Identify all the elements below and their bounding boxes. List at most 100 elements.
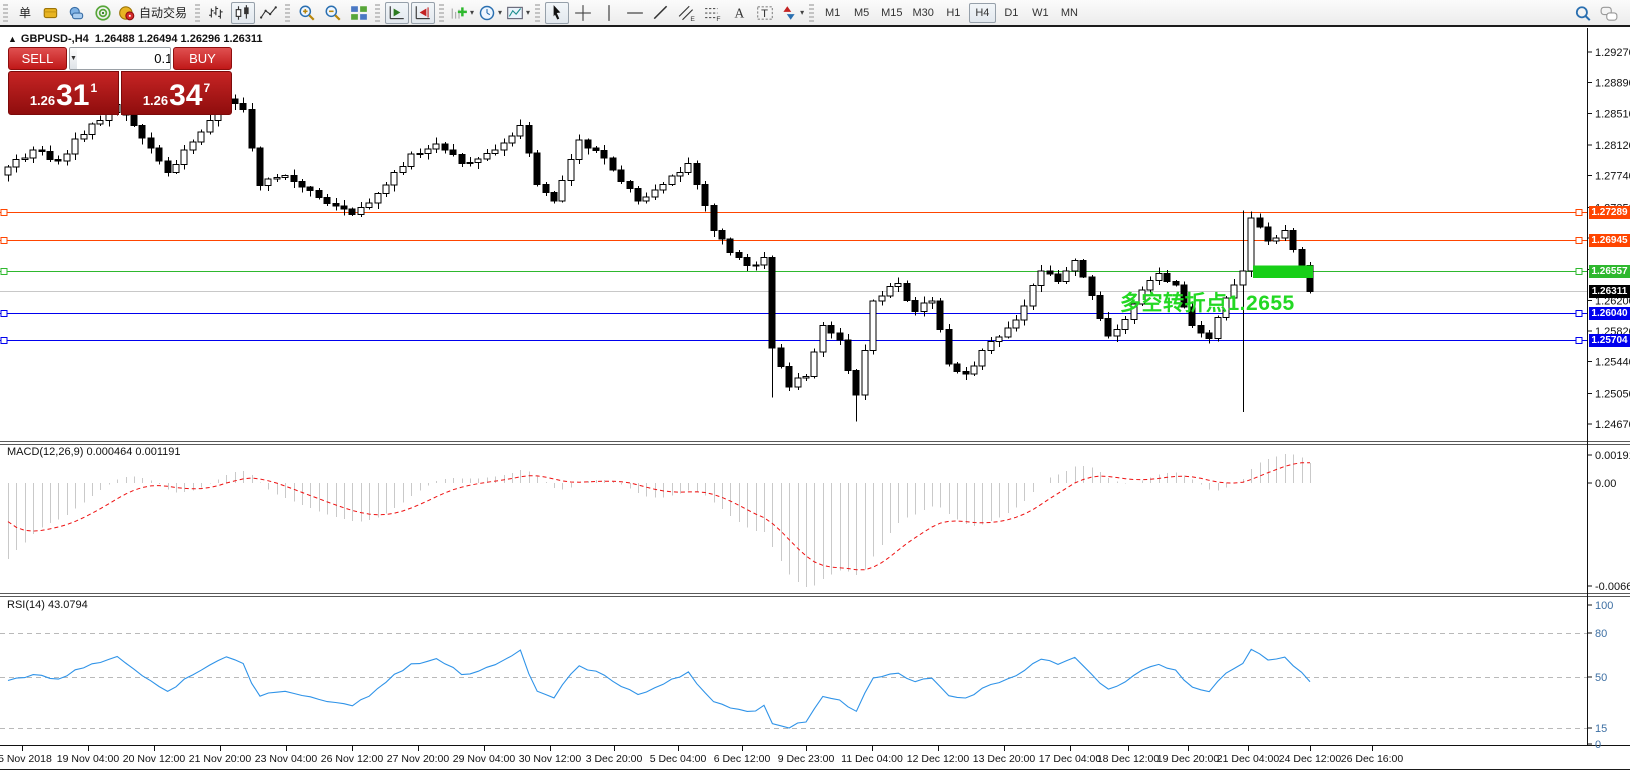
candlestick bbox=[576, 140, 582, 159]
line-handle[interactable] bbox=[1, 269, 7, 275]
buy-button[interactable]: BUY bbox=[173, 47, 232, 70]
time-axis-label: 5 Dec 04:00 bbox=[650, 753, 707, 765]
buy-price-pip: 7 bbox=[204, 81, 211, 95]
candlestick bbox=[1038, 271, 1044, 285]
candlestick bbox=[55, 160, 61, 162]
candlestick bbox=[291, 176, 297, 182]
candlestick bbox=[232, 99, 238, 104]
candlestick bbox=[1198, 325, 1204, 333]
line-handle[interactable] bbox=[1576, 269, 1582, 275]
time-axis-label: 20 Nov 12:00 bbox=[123, 753, 186, 765]
candlestick bbox=[971, 366, 977, 374]
time-axis-label: 24 Dec 12:00 bbox=[1279, 753, 1342, 765]
hline-price-tag: 1.26040 bbox=[1589, 307, 1630, 320]
time-axis-label: 17 Dec 04:00 bbox=[1039, 753, 1102, 765]
price-axis-tick: 1.29270 bbox=[1595, 47, 1630, 59]
hline-price-tag: 1.26945 bbox=[1589, 234, 1630, 247]
candlestick bbox=[467, 163, 473, 164]
line-handle[interactable] bbox=[1576, 311, 1582, 317]
candlestick bbox=[534, 153, 540, 185]
candlestick bbox=[442, 144, 448, 150]
line-handle[interactable] bbox=[1, 311, 7, 317]
time-axis-label: 15 Nov 2018 bbox=[0, 753, 52, 765]
candlestick bbox=[1282, 231, 1288, 238]
time-axis-label: 9 Dec 23:00 bbox=[778, 753, 835, 765]
line-handle[interactable] bbox=[1, 238, 7, 244]
line-handle[interactable] bbox=[1, 338, 7, 344]
volume-input[interactable] bbox=[77, 48, 171, 69]
candlestick bbox=[81, 134, 87, 139]
candlestick bbox=[341, 206, 347, 209]
macd-indicator-label: MACD(12,26,9) 0.000464 0.001191 bbox=[7, 446, 180, 458]
candlestick bbox=[1299, 250, 1305, 266]
candlestick bbox=[433, 144, 439, 149]
time-axis-label: 13 Dec 20:00 bbox=[973, 753, 1036, 765]
candlestick bbox=[660, 185, 666, 191]
rsi-line bbox=[8, 649, 1310, 728]
price-chart-canvas[interactable]: 1.292701.288901.285101.281201.277401.273… bbox=[0, 0, 1630, 771]
candlestick bbox=[39, 150, 45, 152]
sell-price-prefix: 1.26 bbox=[30, 93, 55, 108]
candlestick bbox=[677, 172, 683, 176]
candlestick bbox=[400, 166, 406, 172]
sell-price-box[interactable]: 1.26 31 1 bbox=[8, 71, 119, 115]
candlestick bbox=[5, 167, 11, 175]
price-axis-tick: 1.28890 bbox=[1595, 78, 1630, 90]
time-axis-label: 11 Dec 04:00 bbox=[841, 753, 903, 765]
candlestick bbox=[47, 152, 53, 160]
hline-price-tag: 1.26557 bbox=[1589, 265, 1630, 278]
volume-decrease-button[interactable]: ▼ bbox=[70, 48, 77, 69]
candlestick bbox=[954, 364, 960, 371]
candlestick bbox=[165, 161, 171, 172]
candlestick bbox=[240, 104, 246, 110]
one-click-collapse-icon[interactable]: ▲ bbox=[8, 34, 17, 44]
hline-price-tag: 1.27289 bbox=[1589, 206, 1630, 219]
line-handle[interactable] bbox=[1576, 238, 1582, 244]
candlestick bbox=[307, 187, 313, 190]
candlestick bbox=[652, 190, 658, 197]
candlestick bbox=[685, 164, 691, 173]
candlestick bbox=[324, 198, 330, 204]
candlestick bbox=[274, 177, 280, 179]
sell-price-big: 31 bbox=[56, 81, 89, 111]
candlestick bbox=[702, 185, 708, 206]
annotation-text[interactable]: 多空转折点1.2655 bbox=[1120, 287, 1295, 317]
candlestick bbox=[173, 165, 179, 173]
candlestick bbox=[879, 296, 885, 301]
candlestick bbox=[753, 265, 759, 266]
buy-price-box[interactable]: 1.26 34 7 bbox=[121, 71, 232, 115]
candlestick bbox=[509, 136, 515, 143]
candlestick bbox=[870, 301, 876, 351]
time-axis-label: 26 Nov 12:00 bbox=[321, 753, 384, 765]
candlestick bbox=[526, 126, 532, 153]
candlestick bbox=[181, 150, 187, 164]
line-handle[interactable] bbox=[1, 210, 7, 216]
candlestick bbox=[190, 142, 196, 150]
price-axis-tick: 1.27740 bbox=[1595, 171, 1630, 183]
highlight-band-object[interactable] bbox=[1253, 265, 1313, 278]
buy-price-prefix: 1.26 bbox=[143, 93, 168, 108]
candlestick bbox=[853, 371, 859, 395]
candlestick bbox=[207, 120, 213, 132]
candlestick bbox=[89, 124, 95, 134]
time-axis-label: 3 Dec 20:00 bbox=[586, 753, 643, 765]
candlestick bbox=[475, 159, 481, 163]
candlestick bbox=[979, 351, 985, 367]
candlestick bbox=[719, 231, 725, 239]
line-handle[interactable] bbox=[1576, 338, 1582, 344]
chart-header: ▲GBPUSD-,H4 1.26488 1.26494 1.26296 1.26… bbox=[8, 33, 263, 45]
sell-button[interactable]: SELL bbox=[8, 47, 67, 70]
candlestick bbox=[543, 185, 549, 193]
candlestick bbox=[585, 140, 591, 148]
current-price-tag: 1.26311 bbox=[1589, 285, 1630, 298]
candlestick bbox=[484, 154, 490, 159]
candlestick bbox=[282, 176, 288, 178]
candlestick bbox=[921, 303, 927, 312]
candlestick bbox=[375, 194, 381, 204]
candlestick bbox=[265, 179, 271, 185]
candlestick bbox=[22, 158, 28, 159]
price-axis-tick: 1.25440 bbox=[1595, 357, 1630, 369]
line-handle[interactable] bbox=[1576, 210, 1582, 216]
candlestick bbox=[795, 378, 801, 387]
candlestick bbox=[828, 325, 834, 333]
